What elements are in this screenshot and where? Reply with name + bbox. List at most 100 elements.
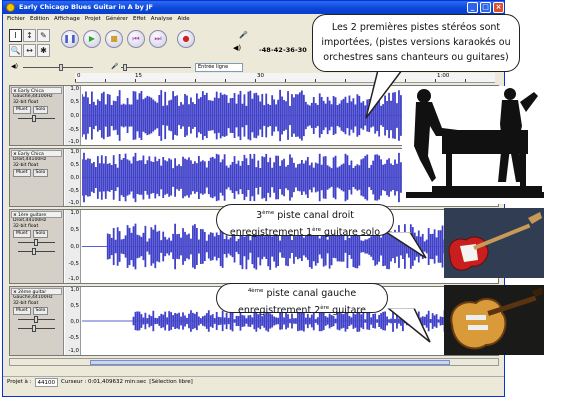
zoom-tool-icon[interactable]: 🔍 bbox=[9, 43, 22, 57]
callout-tail bbox=[386, 308, 431, 343]
tools-palette: I ↕ ✎ 🔍 ↔ ✱ bbox=[9, 29, 53, 57]
ruler-label: 15 bbox=[135, 73, 142, 79]
window-title: Early Chicago Blues Guitar in A by JF bbox=[19, 3, 153, 11]
callout-line: importées, (pistes versions karaokés ou bbox=[321, 37, 511, 48]
scale-label: -1,0 bbox=[68, 200, 79, 206]
envelope-tool-icon[interactable]: ↕ bbox=[23, 29, 36, 42]
mute-button[interactable]: Muet bbox=[13, 169, 31, 177]
track-name-menu[interactable]: × Early Chica bbox=[11, 87, 62, 94]
track-name-menu[interactable]: × 2ème guitar bbox=[11, 288, 62, 295]
record-button[interactable]: ● bbox=[177, 30, 195, 48]
scale-label: -0,5 bbox=[68, 127, 79, 133]
track-name: 2ème guitar bbox=[18, 290, 47, 295]
multi-tool-icon[interactable]: ✱ bbox=[37, 43, 50, 57]
scrollbar-thumb[interactable] bbox=[90, 360, 450, 365]
gain-slider[interactable] bbox=[14, 239, 59, 247]
pan-slider[interactable] bbox=[14, 248, 59, 256]
stop-icon: ■ bbox=[110, 34, 118, 43]
input-volume-slider[interactable] bbox=[121, 67, 191, 68]
menu-edit[interactable]: Edition bbox=[30, 14, 49, 24]
callout-line: 3ème piste canal droit bbox=[256, 210, 354, 222]
close-track-icon[interactable]: × bbox=[13, 88, 17, 95]
ruler-label: 30 bbox=[257, 73, 264, 79]
scale-label: 0,0 bbox=[70, 244, 79, 250]
time-shift-tool-icon[interactable]: ↔ bbox=[23, 43, 36, 57]
scale-label: 0,0 bbox=[70, 319, 79, 325]
track-control-panel: × Early Chica Gauche,44100Hz 32-bit float… bbox=[10, 86, 64, 145]
callout-line: 4ème piste canal gauche bbox=[247, 288, 357, 300]
maximize-button[interactable]: □ bbox=[480, 2, 491, 13]
scale-label: 1,0 bbox=[70, 287, 79, 293]
mute-button[interactable]: Muet bbox=[13, 106, 31, 114]
play-button[interactable]: ▶ bbox=[83, 30, 101, 48]
track-name-menu[interactable]: × Early Chica bbox=[11, 150, 62, 157]
draw-tool-icon[interactable]: ✎ bbox=[37, 29, 50, 42]
track-control-panel: × 1ère guitare Droit,44100Hz 32-bit float… bbox=[10, 210, 64, 283]
menu-help[interactable]: Aide bbox=[177, 14, 189, 24]
horizontal-scrollbar[interactable] bbox=[9, 358, 499, 366]
meter-label: -48 bbox=[259, 46, 271, 54]
scale-label: 0,0 bbox=[70, 113, 79, 119]
scale-label: -0,5 bbox=[68, 261, 79, 267]
scale-label: 0,5 bbox=[70, 227, 79, 233]
menu-project[interactable]: Projet bbox=[85, 14, 101, 24]
output-volume-knob[interactable] bbox=[59, 64, 63, 71]
scale-label: 0,5 bbox=[70, 162, 79, 168]
sunburst-guitar-image bbox=[444, 285, 544, 355]
solo-button[interactable]: Solo bbox=[32, 106, 49, 114]
gain-slider[interactable] bbox=[14, 115, 59, 123]
status-bar: Projet à : 44100 Curseur : 0:01,409632 m… bbox=[3, 376, 504, 387]
solo-button[interactable]: Solo bbox=[32, 307, 49, 315]
mute-button[interactable]: Muet bbox=[13, 307, 31, 315]
minimize-button[interactable]: _ bbox=[467, 2, 478, 13]
gain-slider[interactable] bbox=[14, 316, 59, 324]
track-control-panel: × Early Chica Droit,44100Hz 32-bit float … bbox=[10, 149, 64, 206]
close-button[interactable]: × bbox=[493, 2, 504, 13]
track-format-info: 32-bit float bbox=[13, 300, 39, 306]
track-name: 1ère guitare bbox=[18, 213, 47, 218]
solo-button[interactable]: Solo bbox=[32, 169, 49, 177]
input-source-select[interactable]: Entrée ligne bbox=[195, 63, 243, 72]
skip-end-button[interactable]: ⏭ bbox=[149, 30, 167, 48]
pause-icon: ❚❚ bbox=[63, 34, 77, 43]
project-rate-label: Projet à : bbox=[7, 379, 32, 385]
callout-line: Les 2 premières pistes stéréos sont bbox=[331, 22, 501, 33]
skip-start-icon: ⏮ bbox=[132, 34, 140, 43]
ruler-label: 0 bbox=[77, 73, 81, 79]
scale-label: -1,0 bbox=[68, 276, 79, 282]
callout-line: enregistrement 1ère guitare solo bbox=[229, 227, 381, 239]
scale-label: 1,0 bbox=[70, 86, 79, 92]
track-name-menu[interactable]: × 1ère guitare bbox=[11, 211, 62, 218]
volume-icon: ◀) bbox=[11, 63, 18, 70]
selection-tool-icon[interactable]: I bbox=[9, 29, 22, 42]
meter-label: -42 bbox=[271, 46, 283, 54]
pause-button[interactable]: ❚❚ bbox=[61, 30, 79, 48]
stop-button[interactable]: ■ bbox=[105, 30, 123, 48]
input-volume-knob[interactable] bbox=[123, 64, 127, 71]
solo-button[interactable]: Solo bbox=[32, 230, 49, 238]
output-volume-slider[interactable] bbox=[23, 67, 93, 68]
callout-track-3-info: 3ème piste canal droit enregistrement 1è… bbox=[216, 204, 394, 238]
skip-end-icon: ⏭ bbox=[154, 34, 162, 43]
amplitude-scale: 1,0 0,5 0,0 -0,5 -1,0 bbox=[65, 149, 81, 206]
callout-track-4-info: 4ème piste canal gauche enregistrement 2… bbox=[216, 283, 388, 316]
menu-view[interactable]: Affichage bbox=[54, 14, 80, 24]
menu-effect[interactable]: Effet bbox=[133, 14, 146, 24]
close-track-icon[interactable]: × bbox=[13, 212, 17, 219]
pan-slider[interactable] bbox=[14, 325, 59, 333]
speaker-icon: ◀) bbox=[233, 44, 242, 52]
scale-label: -0,5 bbox=[68, 335, 79, 341]
mute-button[interactable]: Muet bbox=[13, 230, 31, 238]
scale-label: 0,5 bbox=[70, 99, 79, 105]
cursor-position: Curseur : 0:01,409632 min:sec bbox=[61, 379, 147, 385]
menu-analyze[interactable]: Analyse bbox=[151, 14, 173, 24]
menu-generate[interactable]: Générer bbox=[106, 14, 128, 24]
microphone-icon: 🎤 bbox=[239, 31, 248, 39]
menu-file[interactable]: Fichier bbox=[7, 14, 25, 24]
scale-label: -0,5 bbox=[68, 188, 79, 194]
skip-start-button[interactable]: ⏮ bbox=[127, 30, 145, 48]
close-track-icon[interactable]: × bbox=[13, 289, 17, 296]
project-rate-field[interactable]: 44100 bbox=[34, 378, 59, 387]
record-icon: ● bbox=[182, 34, 190, 43]
close-track-icon[interactable]: × bbox=[13, 151, 17, 158]
